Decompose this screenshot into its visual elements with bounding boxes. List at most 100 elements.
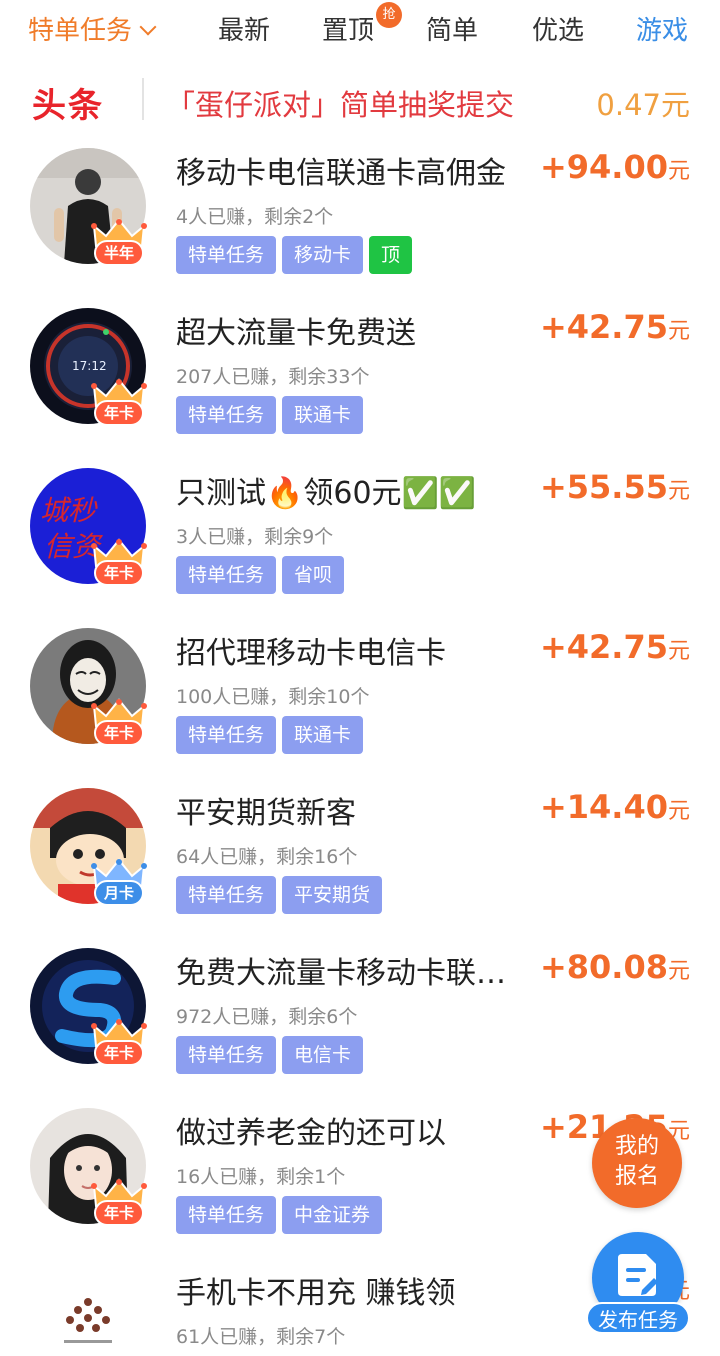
task-tag: 特单任务 bbox=[176, 1036, 277, 1074]
headline-divider bbox=[142, 78, 144, 120]
task-stats: 4人已赚，剩余2个 bbox=[176, 206, 334, 228]
task-tag: 电信卡 bbox=[282, 1036, 364, 1074]
task-tags: 特单任务 移动卡顶 bbox=[176, 236, 418, 274]
vip-label: 年卡 bbox=[94, 1040, 144, 1066]
task-stats: 61人已赚，剩余7个 bbox=[176, 1326, 346, 1348]
vip-badge: 半年 bbox=[90, 218, 148, 270]
task-title: 做过养老金的还可以 bbox=[176, 1116, 446, 1151]
task-tag: 特单任务 bbox=[176, 396, 277, 434]
task-reward: +42.75元 bbox=[540, 308, 690, 346]
task-tag: 平安期货 bbox=[282, 876, 383, 914]
vip-label: 年卡 bbox=[94, 720, 144, 746]
task-reward-unit: 元 bbox=[667, 959, 690, 984]
vip-label: 年卡 bbox=[94, 1200, 144, 1226]
task-tags: 特单任务 联通卡 bbox=[176, 716, 369, 754]
task-reward-amount: +14.40 bbox=[539, 788, 668, 826]
vip-label: 半年 bbox=[94, 240, 144, 266]
tab-selected[interactable]: 优选 bbox=[532, 10, 584, 47]
task-item[interactable]: 17:12 年卡 超大流量卡免费送 207人已赚，剩余33个 特单任务 联通卡 +… bbox=[0, 304, 720, 464]
task-tag: 省呗 bbox=[282, 556, 345, 594]
task-reward-unit: 元 bbox=[667, 799, 690, 824]
task-item[interactable]: 城秒 信资 年卡 只测试🔥领60元✅✅ 3人已赚，剩余9个 特单任务 省呗 +55… bbox=[0, 464, 720, 624]
headline-logo: 头条 bbox=[32, 86, 104, 126]
tab-special-tasks-label: 特单任务 bbox=[28, 16, 133, 46]
vip-label: 年卡 bbox=[94, 560, 144, 586]
my-registration-line1: 我的 bbox=[614, 1134, 659, 1159]
task-reward-unit: 元 bbox=[667, 479, 690, 504]
task-tag: 移动卡 bbox=[282, 236, 364, 274]
task-title: 移动卡电信联通卡高佣金 bbox=[176, 156, 506, 191]
category-tab-bar: 特单任务 最新 置顶 抢 简单 优选 游戏 bbox=[0, 0, 720, 56]
svg-text:17:12: 17:12 bbox=[72, 359, 107, 373]
task-tag: 联通卡 bbox=[282, 716, 364, 754]
vip-badge: 月卡 bbox=[90, 858, 148, 910]
task-title: 手机卡不用充 赚钱领 bbox=[176, 1276, 456, 1311]
task-reward-amount: +80.08 bbox=[539, 948, 668, 986]
task-reward: +14.40元 bbox=[540, 788, 690, 826]
task-item[interactable]: 月卡 平安期货新客 64人已赚，剩余16个 特单任务 平安期货 +14.40元 bbox=[0, 784, 720, 944]
post-task-button[interactable]: 发布任务 bbox=[586, 1232, 690, 1342]
task-tag: 特单任务 bbox=[176, 236, 277, 274]
task-title: 平安期货新客 bbox=[176, 796, 356, 831]
task-reward-amount: +55.55 bbox=[539, 468, 668, 506]
task-item[interactable]: 年卡 免费大流量卡移动卡联… 972人已赚，剩余6个 特单任务 电信卡 +80.0… bbox=[0, 944, 720, 1104]
task-stats: 64人已赚，剩余16个 bbox=[176, 846, 358, 868]
task-item[interactable]: 年卡 招代理移动卡电信卡 100人已赚，剩余10个 特单任务 联通卡 +42.75… bbox=[0, 624, 720, 784]
task-stats: 16人已赚，剩余1个 bbox=[176, 1166, 346, 1188]
task-stats: 207人已赚，剩余33个 bbox=[176, 366, 370, 388]
my-registration-button[interactable]: 我的 报名 bbox=[592, 1118, 682, 1208]
vip-badge: 年卡 bbox=[90, 1178, 148, 1230]
vip-badge: 年卡 bbox=[90, 698, 148, 750]
grab-badge: 抢 bbox=[376, 2, 402, 28]
task-stats: 100人已赚，剩余10个 bbox=[176, 686, 370, 708]
task-reward: +80.08元 bbox=[540, 948, 690, 986]
task-tags: 特单任务 中金证券 bbox=[176, 1196, 388, 1234]
task-tag: 特单任务 bbox=[176, 876, 277, 914]
task-tags: 特单任务 联通卡 bbox=[176, 396, 369, 434]
task-tags: 特单任务 电信卡 bbox=[176, 1036, 369, 1074]
tab-simple[interactable]: 简单 bbox=[426, 10, 478, 47]
task-stats: 972人已赚，剩余6个 bbox=[176, 1006, 358, 1028]
task-reward: +42.75元 bbox=[540, 628, 690, 666]
task-reward-amount: +42.75 bbox=[539, 308, 668, 346]
task-tag: 特单任务 bbox=[176, 1196, 277, 1234]
headline-text: 「蛋仔派对」简单抽奖提交 bbox=[166, 88, 515, 122]
task-reward-amount: +94.00 bbox=[539, 148, 668, 186]
tab-games[interactable]: 游戏 bbox=[636, 10, 688, 47]
pinned-tag: 顶 bbox=[369, 236, 413, 274]
headline-banner[interactable]: 头条 「蛋仔派对」简单抽奖提交 0.47元 bbox=[0, 72, 720, 128]
tab-latest[interactable]: 最新 bbox=[218, 10, 270, 47]
task-title: 免费大流量卡移动卡联… bbox=[176, 956, 506, 991]
task-tags: 特单任务 平安期货 bbox=[176, 876, 388, 914]
tab-pinned[interactable]: 置顶 bbox=[322, 10, 374, 47]
task-reward: +94.00元 bbox=[540, 148, 690, 186]
vip-badge: 年卡 bbox=[90, 1018, 148, 1070]
vip-label: 月卡 bbox=[94, 880, 144, 906]
vip-label: 年卡 bbox=[94, 400, 144, 426]
my-registration-line2: 报名 bbox=[614, 1164, 659, 1189]
vip-badge: 年卡 bbox=[90, 538, 148, 590]
avatar-text-line1: 城秒 bbox=[40, 494, 98, 527]
chevron-down-icon bbox=[139, 18, 157, 36]
document-edit-icon bbox=[618, 1254, 658, 1296]
task-stats: 3人已赚，剩余9个 bbox=[176, 526, 334, 548]
post-task-label: 发布任务 bbox=[586, 1302, 690, 1334]
task-tag: 特单任务 bbox=[176, 556, 277, 594]
task-reward-unit: 元 bbox=[667, 159, 690, 184]
task-title: 超大流量卡免费送 bbox=[176, 316, 416, 351]
task-tag: 特单任务 bbox=[176, 716, 277, 754]
task-tags: 特单任务 省呗 bbox=[176, 556, 350, 594]
task-tag: 中金证券 bbox=[282, 1196, 383, 1234]
task-reward-unit: 元 bbox=[667, 639, 690, 664]
task-reward-unit: 元 bbox=[667, 319, 690, 344]
task-title: 招代理移动卡电信卡 bbox=[176, 636, 446, 671]
vip-badge: 年卡 bbox=[90, 378, 148, 430]
headline-amount: 0.47元 bbox=[596, 88, 690, 122]
task-tag: 联通卡 bbox=[282, 396, 364, 434]
avatar[interactable] bbox=[30, 1268, 146, 1356]
task-reward-amount: +42.75 bbox=[539, 628, 668, 666]
task-title: 只测试🔥领60元✅✅ bbox=[176, 476, 477, 511]
task-item[interactable]: 半年 移动卡电信联通卡高佣金 4人已赚，剩余2个 特单任务 移动卡顶 +94.00… bbox=[0, 144, 720, 304]
tab-special-tasks[interactable]: 特单任务 bbox=[28, 10, 157, 47]
task-reward: +55.55元 bbox=[540, 468, 690, 506]
